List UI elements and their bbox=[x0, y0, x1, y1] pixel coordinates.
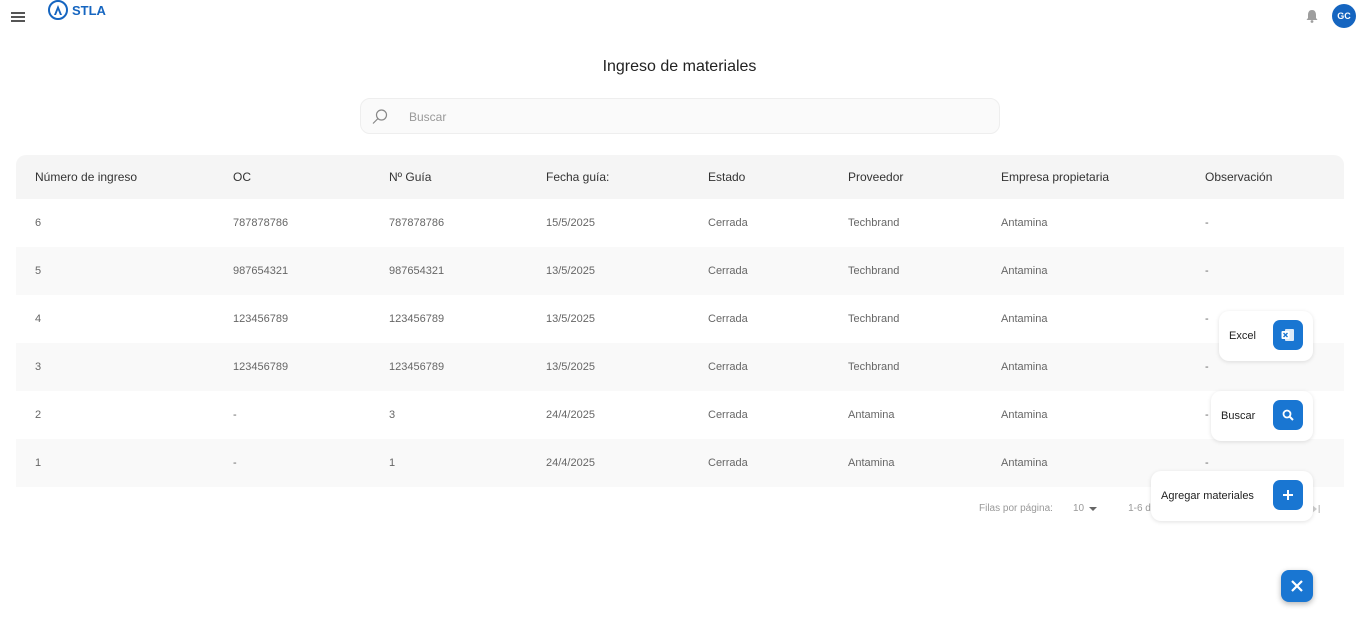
table-row[interactable]: 1 - 1 24/4/2025 Cerrada Antamina Antamin… bbox=[16, 439, 1344, 487]
cell-oc: 123456789 bbox=[233, 313, 289, 325]
header-fecha-guia[interactable]: Fecha guía: bbox=[546, 170, 708, 184]
cell-fecha: 13/5/2025 bbox=[546, 361, 595, 373]
cell-estado: Cerrada bbox=[708, 361, 748, 373]
logo-text: STLA bbox=[72, 2, 106, 18]
cell-fecha: 13/5/2025 bbox=[546, 313, 595, 325]
pagination: Filas por página: 10 1-6 de bbox=[979, 503, 1320, 514]
table-row[interactable]: 3 123456789 123456789 13/5/2025 Cerrada … bbox=[16, 343, 1344, 391]
table-body: 6 787878786 787878786 15/5/2025 Cerrada … bbox=[16, 199, 1344, 487]
rows-per-page-select[interactable]: 10 bbox=[1073, 503, 1098, 514]
rows-per-page-label: Filas por página: bbox=[979, 503, 1053, 514]
cell-empresa: Antamina bbox=[1001, 457, 1048, 469]
close-icon bbox=[1291, 580, 1303, 592]
cell-empresa: Antamina bbox=[1001, 361, 1048, 373]
cell-guia: 123456789 bbox=[389, 313, 445, 325]
table-header: Número de ingreso OC Nº Guía Fecha guía:… bbox=[16, 155, 1344, 199]
search-icon bbox=[372, 109, 388, 124]
page-title: Ingreso de materiales bbox=[602, 58, 757, 75]
table-row[interactable]: 2 - 3 24/4/2025 Cerrada Antamina Antamin… bbox=[16, 391, 1344, 439]
cell-guia: 787878786 bbox=[389, 217, 445, 229]
app-logo[interactable]: STLA bbox=[48, 0, 106, 20]
cell-oc: - bbox=[233, 409, 237, 421]
fab-add-item[interactable]: Agregar materiales bbox=[1151, 471, 1313, 521]
cell-fecha: 24/4/2025 bbox=[546, 457, 595, 469]
cell-empresa: Antamina bbox=[1001, 409, 1048, 421]
cell-empresa: Antamina bbox=[1001, 313, 1048, 325]
menu-icon[interactable] bbox=[11, 12, 25, 24]
header-proveedor[interactable]: Proveedor bbox=[848, 170, 1001, 184]
cell-guia: 3 bbox=[389, 409, 396, 421]
fab-search-item[interactable]: Buscar bbox=[1211, 391, 1313, 441]
cell-oc: 123456789 bbox=[233, 361, 289, 373]
cell-estado: Cerrada bbox=[708, 265, 748, 277]
chevron-down-icon bbox=[1089, 506, 1098, 511]
top-bar: STLA GC bbox=[0, 0, 1359, 36]
logo-icon bbox=[48, 0, 68, 20]
rows-per-page-value: 10 bbox=[1072, 503, 1085, 514]
search-bar[interactable] bbox=[360, 98, 1000, 134]
cell-oc: 787878786 bbox=[233, 217, 289, 229]
cell-numero: 5 bbox=[35, 265, 42, 277]
cell-fecha: 13/5/2025 bbox=[546, 265, 595, 277]
fab-add-label: Agregar materiales bbox=[1161, 490, 1254, 502]
fab-excel-label: Excel bbox=[1229, 330, 1256, 342]
user-avatar[interactable]: GC bbox=[1332, 4, 1356, 28]
cell-numero: 4 bbox=[35, 313, 42, 325]
fab-excel-item[interactable]: Excel bbox=[1219, 311, 1313, 361]
cell-estado: Cerrada bbox=[708, 217, 748, 229]
cell-empresa: Antamina bbox=[1001, 217, 1048, 229]
plus-icon bbox=[1283, 490, 1293, 500]
cell-numero: 6 bbox=[35, 217, 42, 229]
cell-guia: 987654321 bbox=[389, 265, 445, 277]
cell-estado: Cerrada bbox=[708, 313, 748, 325]
excel-icon bbox=[1281, 329, 1294, 341]
cell-proveedor: Antamina bbox=[848, 409, 895, 421]
cell-proveedor: Techbrand bbox=[848, 361, 900, 373]
header-numero-ingreso[interactable]: Número de ingreso bbox=[16, 170, 233, 184]
cell-fecha: 15/5/2025 bbox=[546, 217, 595, 229]
cell-numero: 1 bbox=[35, 457, 42, 469]
cell-observacion: - bbox=[1205, 265, 1209, 277]
cell-estado: Cerrada bbox=[708, 409, 748, 421]
search-input[interactable] bbox=[409, 107, 969, 127]
header-empresa-propietaria[interactable]: Empresa propietaria bbox=[1001, 170, 1205, 184]
cell-proveedor: Techbrand bbox=[848, 217, 900, 229]
search-icon bbox=[1282, 409, 1294, 421]
cell-observacion: - bbox=[1205, 361, 1209, 373]
cell-fecha: 24/4/2025 bbox=[546, 409, 595, 421]
cell-guia: 1 bbox=[389, 457, 396, 469]
table-row[interactable]: 4 123456789 123456789 13/5/2025 Cerrada … bbox=[16, 295, 1344, 343]
excel-button[interactable] bbox=[1273, 320, 1303, 350]
cell-numero: 2 bbox=[35, 409, 42, 421]
cell-guia: 123456789 bbox=[389, 361, 445, 373]
cell-proveedor: Antamina bbox=[848, 457, 895, 469]
add-materials-button[interactable] bbox=[1273, 480, 1303, 510]
header-observacion[interactable]: Observación bbox=[1205, 170, 1344, 184]
cell-observacion: - bbox=[1205, 217, 1209, 229]
cell-proveedor: Techbrand bbox=[848, 313, 900, 325]
fab-close-button[interactable] bbox=[1281, 570, 1313, 602]
cell-oc: - bbox=[233, 457, 237, 469]
cell-estado: Cerrada bbox=[708, 457, 748, 469]
cell-numero: 3 bbox=[35, 361, 42, 373]
table-row[interactable]: 6 787878786 787878786 15/5/2025 Cerrada … bbox=[16, 199, 1344, 247]
cell-proveedor: Techbrand bbox=[848, 265, 900, 277]
fab-search-button[interactable] bbox=[1273, 400, 1303, 430]
cell-oc: 987654321 bbox=[233, 265, 289, 277]
header-n-guia[interactable]: Nº Guía bbox=[389, 170, 546, 184]
materials-table: Número de ingreso OC Nº Guía Fecha guía:… bbox=[16, 155, 1344, 487]
cell-observacion: - bbox=[1205, 457, 1209, 469]
table-row[interactable]: 5 987654321 987654321 13/5/2025 Cerrada … bbox=[16, 247, 1344, 295]
fab-search-label: Buscar bbox=[1221, 410, 1256, 422]
cell-empresa: Antamina bbox=[1001, 265, 1048, 277]
bell-icon[interactable] bbox=[1304, 8, 1320, 24]
header-oc[interactable]: OC bbox=[233, 170, 389, 184]
header-estado[interactable]: Estado bbox=[708, 170, 848, 184]
